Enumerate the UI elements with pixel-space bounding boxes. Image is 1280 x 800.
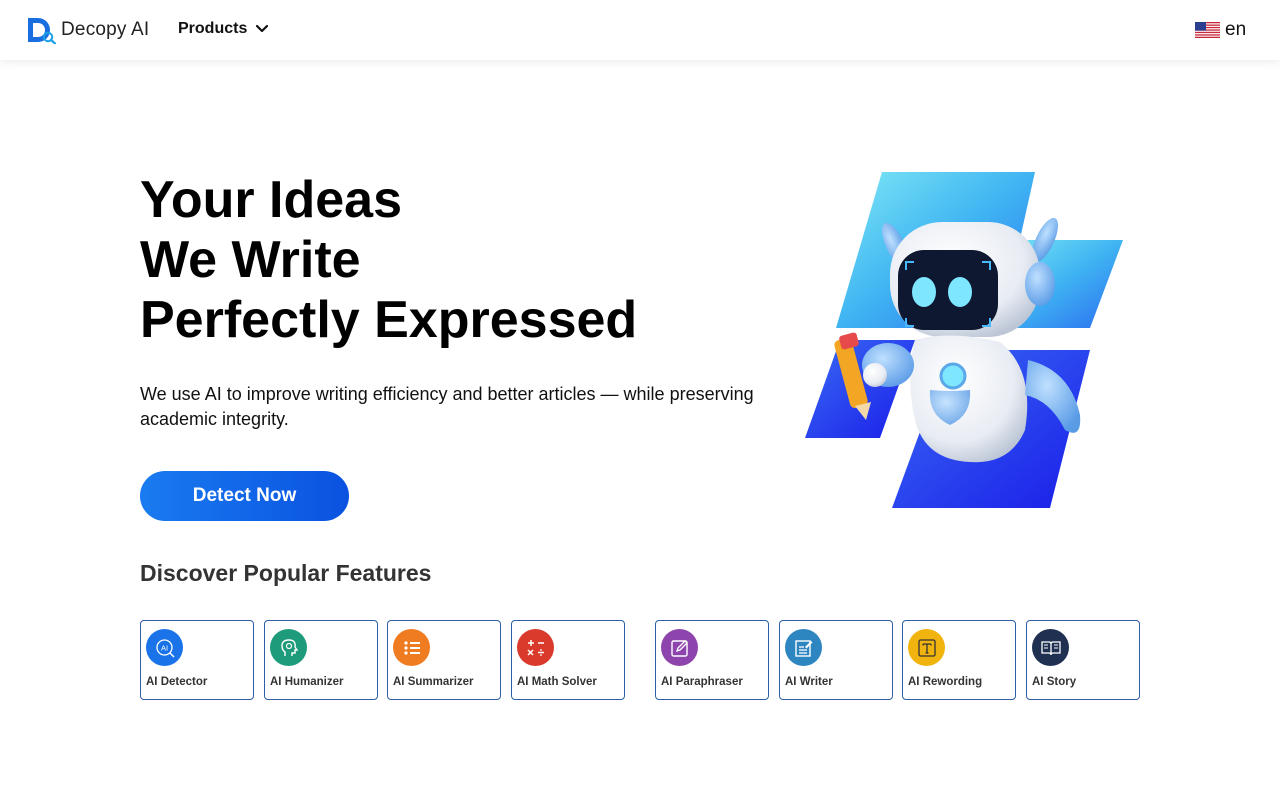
- feature-card-ai-detector[interactable]: AI AI Detector: [140, 620, 254, 700]
- feature-label: AI Paraphraser: [661, 676, 743, 688]
- hero-line-2: We Write: [140, 231, 361, 289]
- feature-card-ai-story[interactable]: AI Story: [1026, 620, 1140, 700]
- logo-text: Decopy AI: [61, 19, 150, 40]
- svg-text:AI: AI: [160, 643, 167, 652]
- text-icon: [908, 629, 945, 666]
- feature-label: AI Writer: [785, 676, 833, 688]
- calculator-icon: [517, 629, 554, 666]
- ai-detector-icon: AI: [146, 629, 183, 666]
- humanizer-icon: [270, 629, 307, 666]
- hero-line-3: Perfectly Expressed: [140, 291, 638, 349]
- feature-label: AI Detector: [146, 676, 208, 688]
- feature-card-ai-writer[interactable]: AI Writer: [779, 620, 893, 700]
- us-flag-icon: [1195, 22, 1220, 38]
- feature-card-ai-humanizer[interactable]: AI Humanizer: [264, 620, 378, 700]
- products-label: Products: [178, 20, 248, 37]
- feature-card-ai-rewording[interactable]: AI Rewording: [902, 620, 1016, 700]
- edit-icon: [661, 629, 698, 666]
- robot-illustration: [805, 172, 1123, 508]
- detect-now-button[interactable]: Detect Now: [140, 471, 349, 521]
- feature-label: AI Math Solver: [517, 676, 597, 688]
- chevron-down-icon: [256, 24, 269, 33]
- hero-description: We use AI to improve writing efficiency …: [140, 384, 754, 429]
- feature-label: AI Summarizer: [393, 676, 474, 688]
- language-selector[interactable]: en: [1195, 19, 1246, 41]
- feature-label: AI Rewording: [908, 676, 983, 688]
- products-menu[interactable]: Products: [178, 20, 269, 38]
- logo-icon: [28, 18, 57, 44]
- decopy-logo[interactable]: Decopy AI: [27, 16, 149, 44]
- book-icon: [1032, 629, 1069, 666]
- hero-headline: Your Ideas We Write Perfectly Expressed: [140, 170, 637, 350]
- feature-card-ai-math-solver[interactable]: AI Math Solver: [511, 620, 625, 700]
- language-label: en: [1225, 19, 1247, 40]
- list-icon: [393, 629, 430, 666]
- feature-card-ai-summarizer[interactable]: AI Summarizer: [387, 620, 501, 700]
- feature-card-ai-paraphraser[interactable]: AI Paraphraser: [655, 620, 769, 700]
- feature-label: AI Humanizer: [270, 676, 344, 688]
- document-icon: [785, 629, 822, 666]
- top-navbar: Decopy AI Products en: [0, 0, 1280, 60]
- feature-label: AI Story: [1032, 676, 1077, 688]
- features-heading: Discover Popular Features: [140, 560, 432, 586]
- hero-line-1: Your Ideas: [140, 171, 403, 229]
